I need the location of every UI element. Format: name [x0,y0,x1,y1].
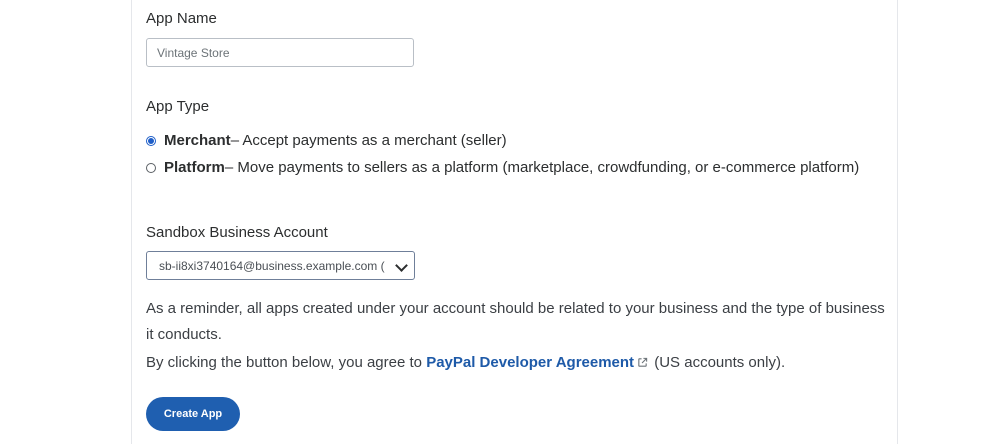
create-app-form: App Name App Type Merchant – Accept paym… [131,0,898,444]
page: App Name App Type Merchant – Accept paym… [0,0,992,444]
radio-merchant-description: – Accept payments as a merchant (seller) [230,132,507,149]
app-type-label: App Type [146,98,210,115]
reminder-text: As a reminder, all apps created under yo… [146,300,885,343]
agreement-text: By clicking the button below, you agree … [146,350,886,377]
agreement-prefix: By clicking the button below, you agree … [146,354,427,371]
radio-merchant-title: Merchant [164,132,231,149]
sandbox-account-label: Sandbox Business Account [146,224,328,241]
radio-platform-description: – Move payments to sellers as a platform… [224,159,860,176]
create-app-button[interactable]: Create App [146,397,240,431]
sandbox-account-selected-value: sb-ii8xi3740164@business.example.com ( [159,258,385,273]
agreement-suffix: (US accounts only). [650,354,786,371]
app-name-label: App Name [146,10,217,27]
external-link-icon [637,351,648,377]
radio-option-platform[interactable]: Platform – Move payments to sellers as a… [146,159,859,176]
developer-agreement-link[interactable]: PayPal Developer Agreement [426,354,634,371]
radio-platform[interactable] [146,162,156,173]
chevron-down-icon [395,259,408,272]
app-name-input[interactable] [146,38,414,67]
radio-platform-title: Platform [164,159,225,176]
sandbox-account-select[interactable]: sb-ii8xi3740164@business.example.com ( [146,251,415,280]
radio-option-merchant[interactable]: Merchant – Accept payments as a merchant… [146,132,507,149]
radio-merchant[interactable] [146,135,156,146]
